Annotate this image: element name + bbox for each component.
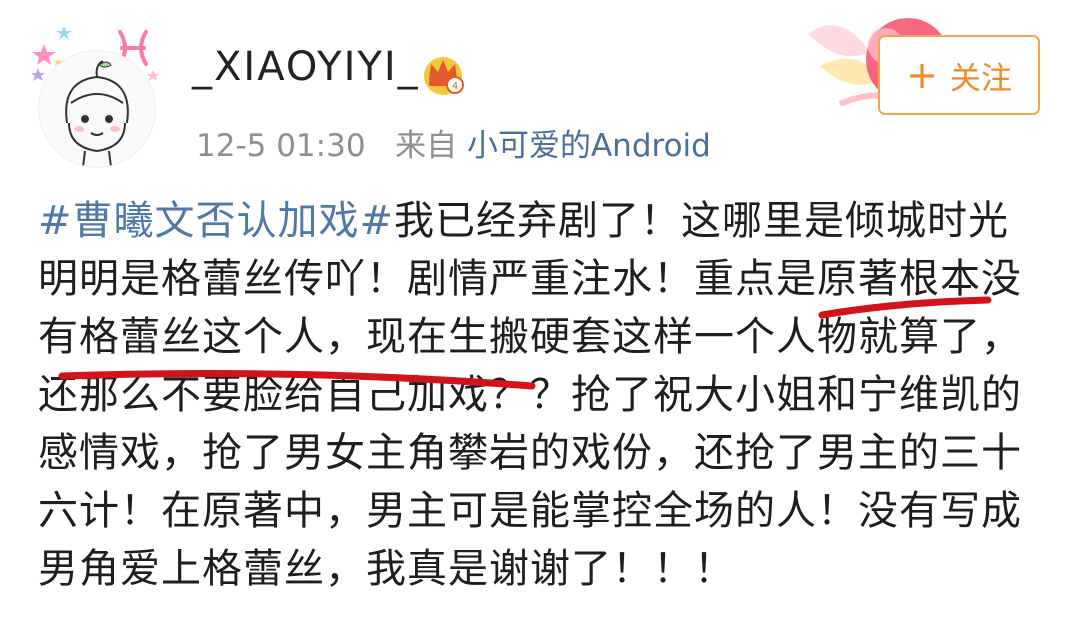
follow-label: 关注 <box>949 60 1012 97</box>
plus-icon: + <box>906 53 938 97</box>
source-app-link[interactable]: 小可爱的Android <box>467 128 711 164</box>
star-sticker-icon <box>147 70 159 81</box>
avatar[interactable] <box>38 50 156 168</box>
star-sticker-icon <box>31 68 45 81</box>
username[interactable]: _XIAOYIYI_ <box>192 44 420 90</box>
cartoon-girl-avatar-icon <box>65 60 129 167</box>
hashtag-link[interactable]: #曹曦文否认加戏# <box>38 198 394 244</box>
post-body: 我已经弃剧了！这哪里是倾城时光 明明是格蕾丝传吖！剧情严重注水！重点是原著根本没… <box>38 198 1022 592</box>
star-sticker-icon <box>56 26 72 40</box>
star-sticker-icon <box>32 44 56 65</box>
post-text: #曹曦文否认加戏#我已经弃剧了！这哪里是倾城时光 明明是格蕾丝传吖！剧情严重注水… <box>38 192 1038 598</box>
post-meta: 12-5 01:30 来自 小可爱的Android <box>196 120 711 165</box>
post-timestamp: 12-5 01:30 <box>196 128 366 164</box>
svg-text:4: 4 <box>452 81 458 92</box>
follow-button[interactable]: + 关注 <box>878 35 1040 115</box>
crown-icon: 4 <box>424 57 464 95</box>
source-prefix: 来自 <box>395 128 458 164</box>
